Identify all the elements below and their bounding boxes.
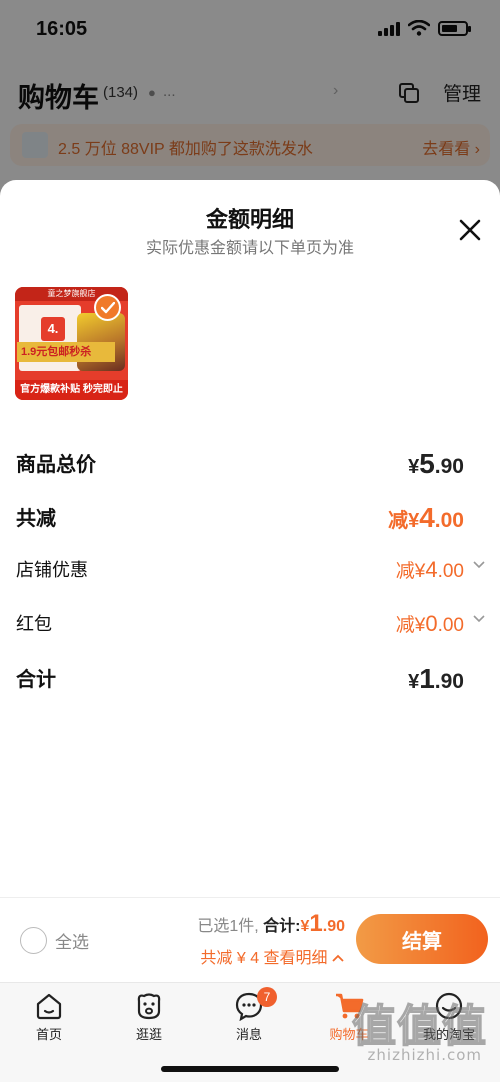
sheet-title: 金额明细 — [205, 207, 294, 232]
chevron-down-icon[interactable] — [472, 558, 486, 572]
row-value: 减¥4.00 — [388, 502, 464, 533]
checkout-button[interactable]: 结算 — [356, 914, 488, 964]
row-value: 减¥0.00 — [395, 611, 464, 636]
chevron-up-icon — [332, 954, 344, 962]
home-icon — [36, 993, 62, 1020]
select-all-label: 全选 — [55, 933, 89, 952]
message-badge: 7 — [257, 987, 277, 1007]
product-badge: 4. — [41, 317, 65, 341]
tab-home[interactable]: 首页 — [4, 991, 94, 1043]
browse-icon — [137, 993, 161, 1020]
chevron-down-icon[interactable] — [472, 612, 486, 626]
row-total-discount: 共减 减¥4.00 — [16, 502, 464, 533]
checkmark-icon — [94, 294, 121, 321]
watermark: 值 值 值 zhizhizhi.com — [351, 1001, 487, 1064]
row-label: 共减 — [16, 508, 56, 530]
row-label: 商品总价 — [16, 454, 96, 476]
selection-summary: 已选1件, 合计:¥1.90 — [197, 910, 345, 937]
row-label: 红包 — [16, 614, 52, 634]
checkout-bar: 全选 已选1件, 合计:¥1.90 共减 ¥ 4 查看明细 结算 — [0, 897, 500, 982]
row-value: 减¥4.00 — [395, 557, 464, 582]
select-all-toggle[interactable]: 全选 — [20, 927, 89, 954]
home-indicator — [161, 1066, 339, 1072]
row-item-total: 商品总价 ¥5.90 — [16, 448, 464, 479]
product-ribbon: 官方爆款补贴 秒完即止 — [15, 380, 128, 400]
tab-browse[interactable]: 逛逛 — [104, 991, 194, 1043]
modal-overlay[interactable] — [0, 0, 500, 190]
close-icon[interactable] — [458, 218, 482, 242]
select-all-radio[interactable] — [20, 927, 47, 954]
product-promo-strip: 1.9元包邮秒杀 — [17, 342, 115, 362]
view-details-link[interactable]: 共减 ¥ 4 查看明细 — [200, 944, 344, 968]
row-label: 店铺优惠 — [16, 560, 88, 580]
row-grand-total: 合计 ¥1.90 — [16, 663, 464, 694]
row-value: ¥1.90 — [408, 663, 464, 694]
row-store-discount[interactable]: 店铺优惠 减¥4.00 — [16, 556, 485, 586]
row-red-packet[interactable]: 红包 减¥0.00 — [16, 610, 485, 640]
row-value: ¥5.90 — [408, 448, 464, 479]
tab-messages[interactable]: 7 消息 — [204, 987, 294, 1043]
sheet-subtitle: 实际优惠金额请以下单页为准 — [145, 240, 354, 257]
row-label: 合计 — [16, 669, 56, 691]
product-thumbnail[interactable]: 童之梦旗舰店 4. 1.9元包邮秒杀 官方爆款补贴 秒完即止 — [15, 287, 128, 400]
